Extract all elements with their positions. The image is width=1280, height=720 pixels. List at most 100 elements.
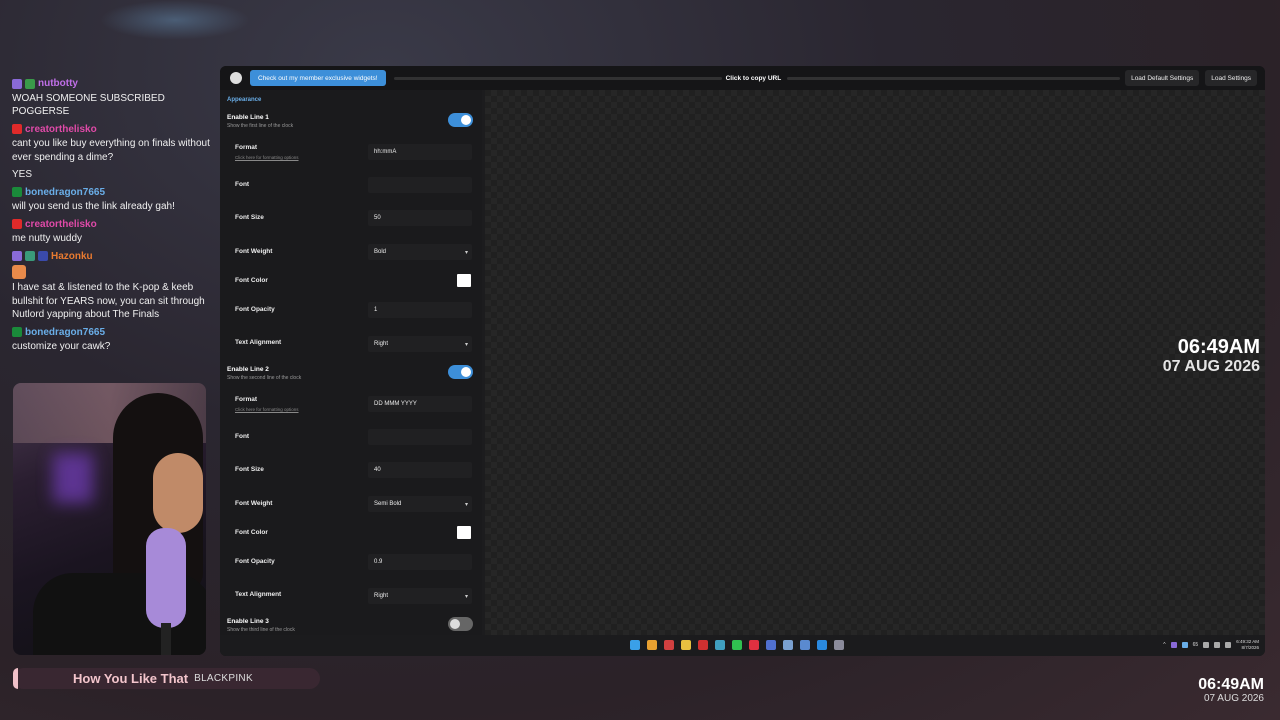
line-1-font-input[interactable] <box>368 177 472 193</box>
chat-username-row: creatorthelisko <box>12 123 212 137</box>
line-2-font-color-swatch[interactable] <box>457 526 471 539</box>
badge-icon <box>12 327 22 338</box>
copy-url-button[interactable]: Click to copy URL <box>726 75 782 82</box>
line-1-font-opacity-input[interactable]: 1 <box>368 302 472 318</box>
screen-share: Check out my member exclusive widgets! C… <box>220 66 1265 656</box>
start-icon[interactable] <box>630 640 640 650</box>
chat-username: nutbotty <box>38 78 78 89</box>
chat-overlay: nutbotty WOAH SOMEONE SUBSCRIBED POGGERSE… <box>12 77 212 358</box>
chat-username-row: nutbotty <box>12 77 212 91</box>
chat-username: creatorthelisko <box>25 123 97 135</box>
line-2-font-size-input[interactable]: 40 <box>368 462 472 478</box>
enable-line-2: Enable Line 2 Show the second line of th… <box>227 366 301 381</box>
line-2-font-weight-value: Semi Bold <box>374 501 402 507</box>
folder-icon[interactable] <box>681 640 691 650</box>
app3-icon[interactable] <box>800 640 810 650</box>
tray-app-icon[interactable] <box>1170 642 1177 648</box>
code-icon[interactable] <box>766 640 776 650</box>
line-1-format-input[interactable]: hh:mmA <box>368 144 472 160</box>
badge-icon <box>12 124 22 135</box>
emote-icon <box>12 265 26 279</box>
chat-message: nutbotty WOAH SOMEONE SUBSCRIBED POGGERSE <box>12 77 212 119</box>
chat-text: me nutty wuddy <box>12 233 83 244</box>
edge-icon[interactable] <box>715 640 725 650</box>
line-1-text-alignment-label: Text Alignment <box>235 339 282 346</box>
chat-username-row: bonedragon7665 <box>12 186 212 200</box>
chevron-up-icon[interactable]: ^ <box>1163 642 1165 648</box>
url-blurred <box>393 76 722 80</box>
app-icon[interactable] <box>698 640 708 650</box>
chat-message: YES <box>12 168 212 182</box>
line-3-toggle[interactable] <box>448 617 473 631</box>
chat-text: YES <box>12 169 33 180</box>
enable-line-2-subtitle: Show the second line of the clock <box>227 375 302 381</box>
overlay-clock-date: 07 AUG 2026 <box>1203 693 1264 704</box>
line-1-font-size-label: Font Size <box>235 214 264 221</box>
badge-icon <box>12 187 22 198</box>
line-1-font-color-label: Font Color <box>235 277 268 284</box>
enable-line-3-subtitle: Show the third line of the clock <box>227 627 295 633</box>
editor-topbar: Check out my member exclusive widgets! C… <box>220 66 1265 90</box>
line-1-font-weight-value: Bold <box>374 249 387 255</box>
line-2-text-alignment-value: Right <box>374 593 389 599</box>
chat-text: WOAH SOMEONE SUBSCRIBED POGGERSE <box>12 92 165 118</box>
vscode-icon[interactable] <box>817 640 827 650</box>
spotify-icon[interactable] <box>732 640 742 650</box>
chat-text: I have sat & listened to the K-pop & kee… <box>12 282 205 320</box>
line-2-font-size-label: Font Size <box>235 466 264 473</box>
chat-username: creatorthelisko <box>25 218 97 230</box>
settings-panel: Appearance Enable Line 1 Show the first … <box>220 90 482 656</box>
tray-app2-icon[interactable] <box>1181 642 1188 648</box>
line-1-font-color-swatch[interactable] <box>457 274 471 287</box>
line-1-font-size-input[interactable]: 50 <box>368 210 472 226</box>
tray-date: 8/7/2026 <box>1241 645 1259 650</box>
chrome-alt-icon[interactable] <box>664 640 674 650</box>
speaker-icon[interactable] <box>1214 642 1221 648</box>
enable-line-1-subtitle: Show the first line of the clock <box>227 123 294 129</box>
chat-message: creatorthelisko cant you like buy everyth… <box>12 123 212 165</box>
chevron-down-icon: ▾ <box>464 249 468 256</box>
load-settings-button[interactable]: Load Settings <box>1205 70 1257 86</box>
chat-text: cant you like buy everything on finals w… <box>12 138 210 163</box>
enable-line-3: Enable Line 3 Show the third line of the… <box>227 618 295 633</box>
chat-message: bonedragon7665 will you send us the link … <box>12 186 212 214</box>
overlay-clock-time: 06:49AM <box>1198 676 1264 693</box>
badge-icon <box>25 78 35 89</box>
line-2-font-opacity-label: Font Opacity <box>235 558 275 565</box>
wifi-icon[interactable] <box>1203 642 1210 648</box>
widget-preview: 06:49AM 07 AUG 2026 <box>485 90 1265 635</box>
line-2-text-alignment-select[interactable]: Right ▾ <box>368 588 472 604</box>
app2-icon[interactable] <box>783 640 793 650</box>
enable-line-2-title: Enable Line 2 <box>227 366 269 373</box>
line-1-format-help-link[interactable]: Click here for formatting options <box>235 155 299 160</box>
line-2-format-help-link[interactable]: Click here for formatting options <box>235 407 299 412</box>
tray-clock[interactable]: 6:49:32 AM 8/7/2026 <box>1236 639 1259 651</box>
chat-text: customize your cawk? <box>12 341 111 352</box>
section-appearance: Appearance <box>227 97 262 103</box>
line-2-font-input[interactable] <box>368 429 472 445</box>
load-default-settings-button[interactable]: Load Default Settings <box>1125 70 1200 86</box>
badge-icon <box>25 251 35 262</box>
preview-line-2: 07 AUG 2026 <box>1162 358 1260 375</box>
battery-icon[interactable] <box>1225 642 1232 648</box>
line-1-font-weight-select[interactable]: Bold ▾ <box>368 244 472 260</box>
chrome-icon[interactable] <box>647 640 657 650</box>
line-2-toggle[interactable] <box>448 365 473 379</box>
chevron-down-icon: ▾ <box>464 593 468 600</box>
line-2-font-weight-select[interactable]: Semi Bold ▾ <box>368 496 472 512</box>
chat-text: will you send us the link already gah! <box>12 201 175 212</box>
line-1-toggle[interactable] <box>448 113 473 127</box>
line-2-text-alignment-label: Text Alignment <box>235 591 282 598</box>
enable-line-3-title: Enable Line 3 <box>227 618 269 625</box>
tray-temperature: 65 <box>1192 642 1199 648</box>
line-2-font-color-label: Font Color <box>235 529 268 536</box>
line-2-format-input[interactable]: DD MMM YYYY <box>368 396 472 412</box>
chat-username-row: Hazonku <box>12 250 212 264</box>
music-icon[interactable] <box>749 640 759 650</box>
chat-username: Hazonku <box>51 250 93 262</box>
line-1-text-alignment-select[interactable]: Right ▾ <box>368 336 472 352</box>
chat-username-row: creatorthelisko <box>12 218 212 232</box>
settings-icon[interactable] <box>834 640 844 650</box>
line-2-font-opacity-input[interactable]: 0.9 <box>368 554 472 570</box>
member-widgets-button[interactable]: Check out my member exclusive widgets! <box>250 70 386 86</box>
